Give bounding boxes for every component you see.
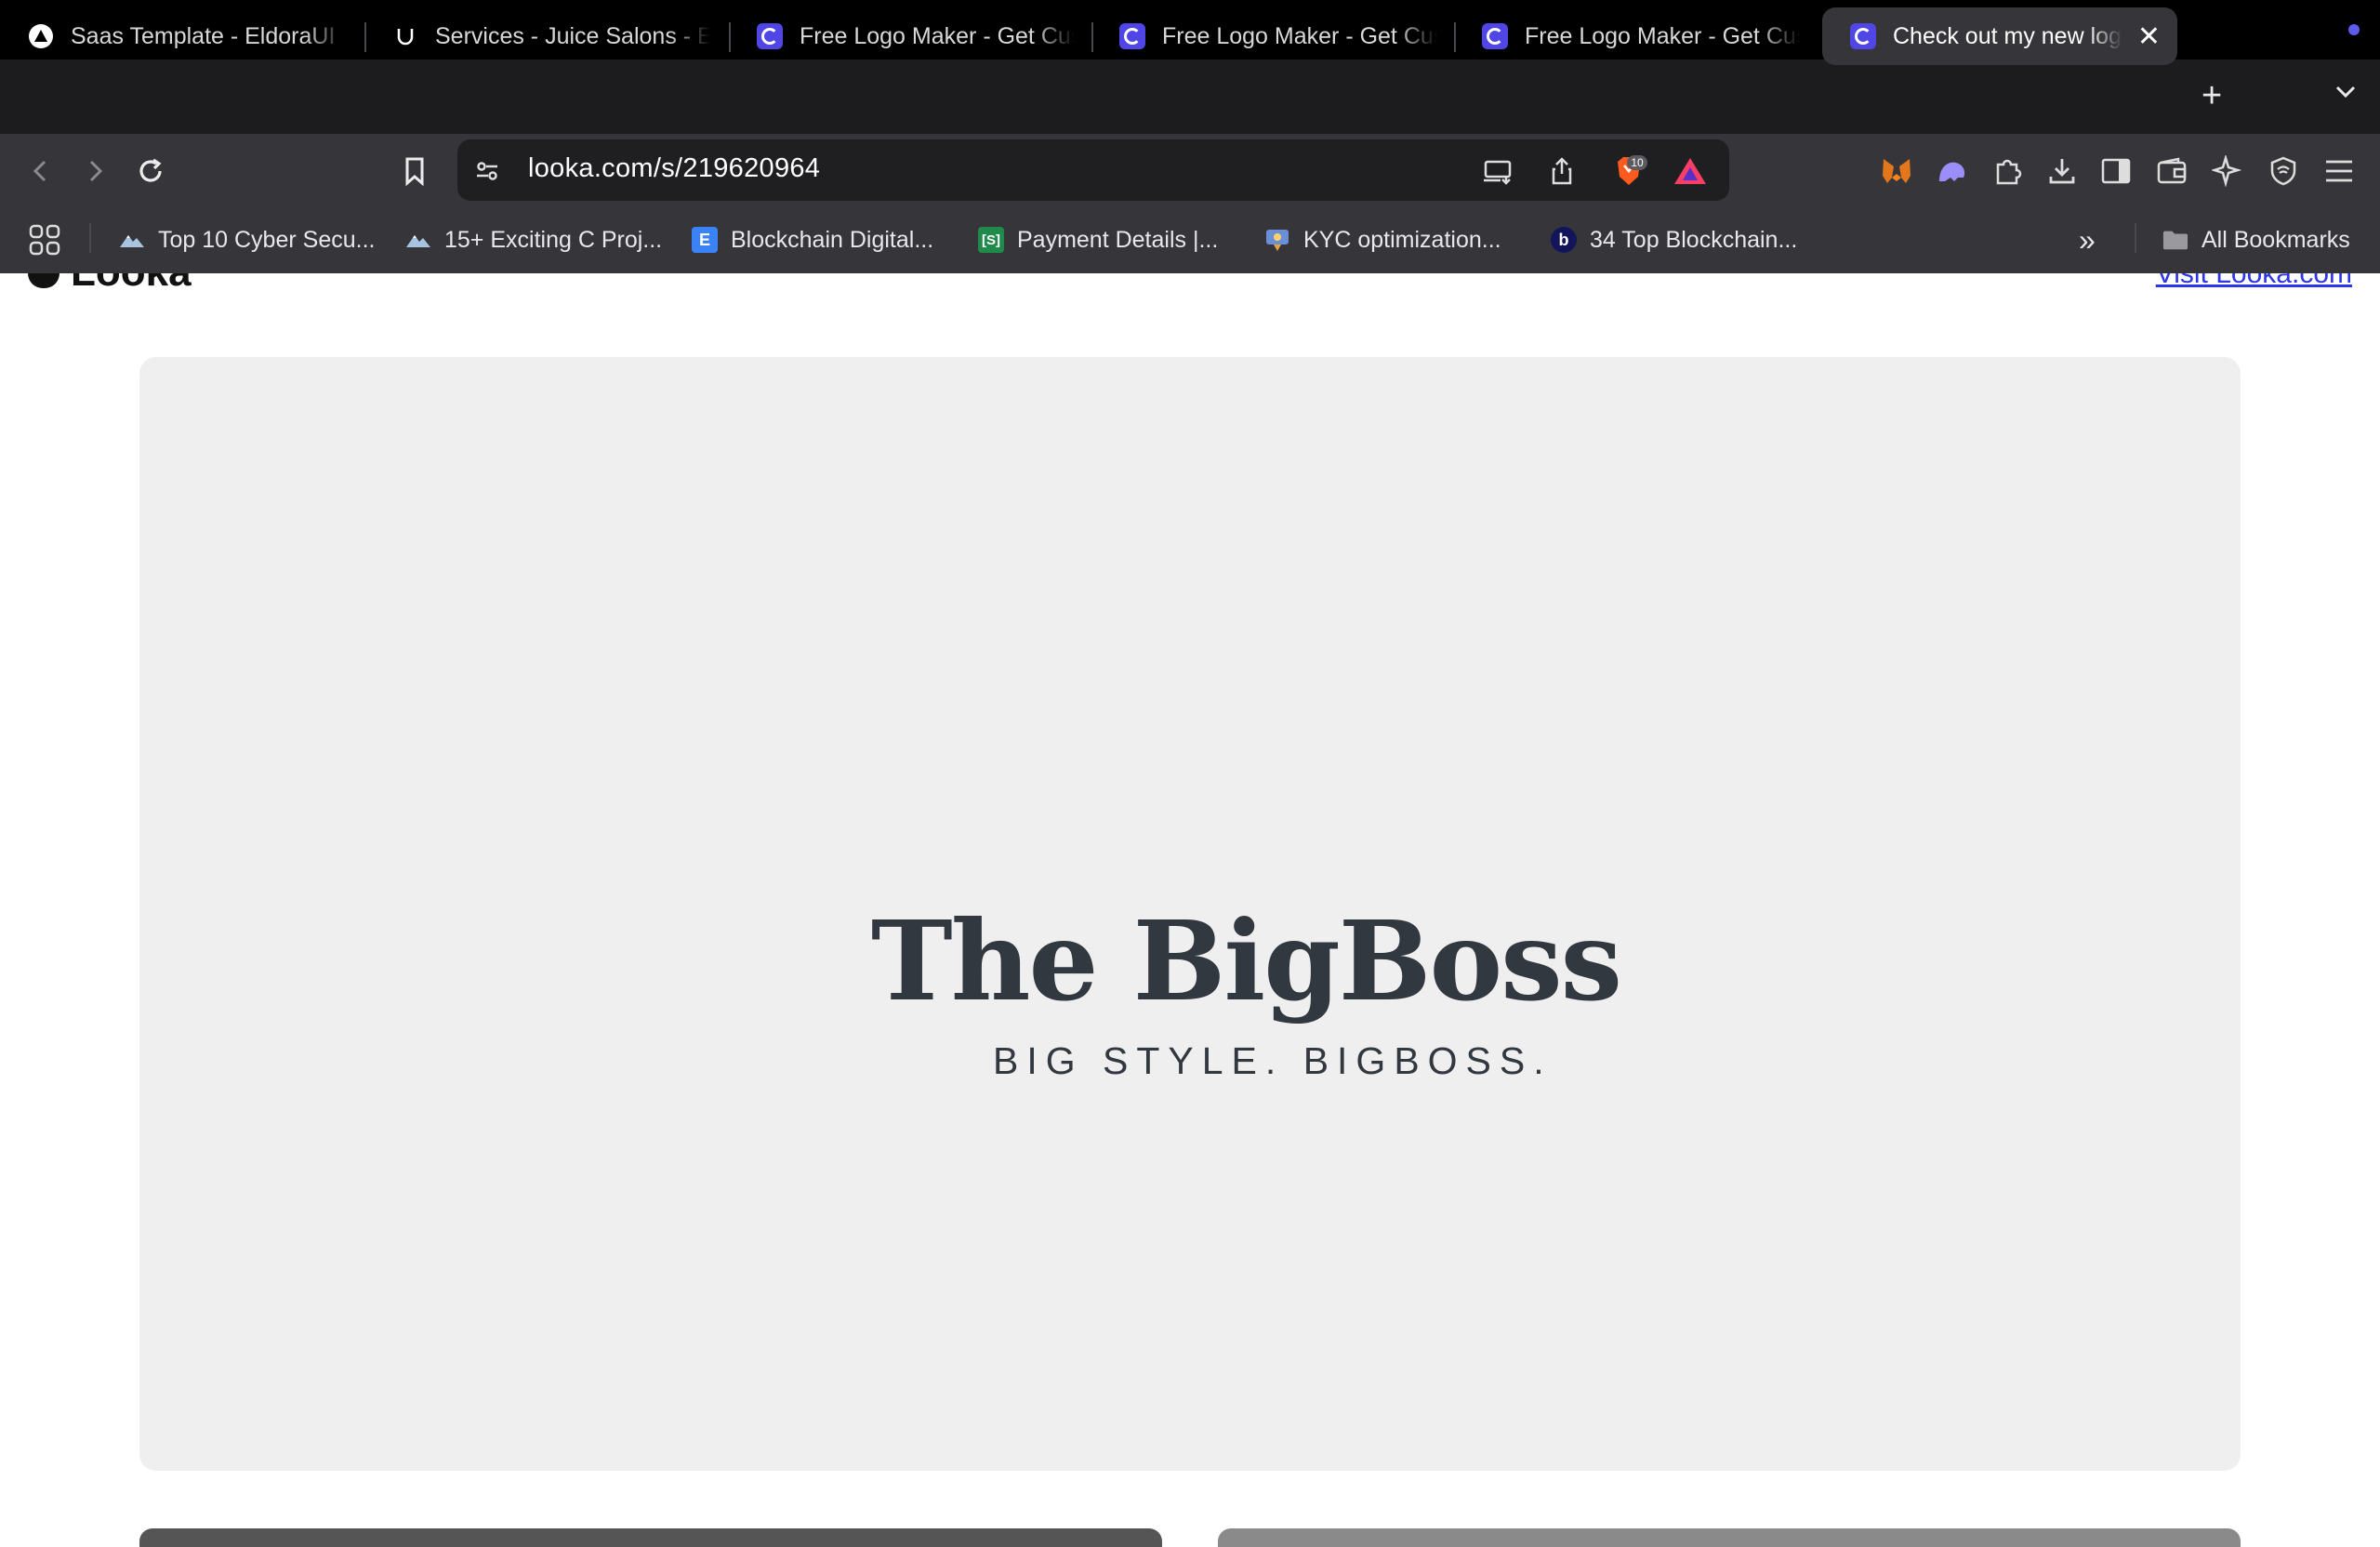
bookmark-label: Top 10 Cyber Secu... <box>158 226 376 253</box>
bookmark-label: 34 Top Blockchain... <box>1590 226 1798 253</box>
brave-shields-icon[interactable]: 10 <box>1608 151 1649 192</box>
tab-title: Saas Template - EldoraUI <box>71 22 336 49</box>
b-icon: b <box>1551 227 1577 253</box>
bookmark-34-top-blockchain[interactable]: b 34 Top Blockchain... <box>1551 221 1797 258</box>
page-content: Looka Visit Looka.com The BigBoss BIG ST… <box>0 273 2380 1547</box>
juice-u-icon <box>392 23 418 49</box>
extensions-puzzle-icon[interactable] <box>1988 151 2029 192</box>
all-bookmarks-label: All Bookmarks <box>2202 226 2350 253</box>
mountain-icon <box>405 227 431 253</box>
download-icon[interactable] <box>2042 151 2082 192</box>
looka-icon <box>757 23 783 49</box>
tab-free-logo-maker-2[interactable]: Free Logo Maker - Get Custom Logo <box>1091 7 1454 65</box>
tab-title: Check out my new logo <box>1893 22 2122 49</box>
kyc-icon <box>1264 227 1290 253</box>
status-dot <box>2348 24 2360 35</box>
cast-icon[interactable] <box>1478 151 1519 192</box>
vpn-shield-icon[interactable] <box>2263 151 2304 192</box>
looka-mark-icon <box>28 273 60 288</box>
tab-strip <box>0 60 2380 134</box>
bookmarks-overflow-chevron-icon[interactable]: » <box>2079 221 2096 258</box>
wallet-icon[interactable] <box>2151 151 2192 192</box>
url-text[interactable]: looka.com/s/219620964 <box>528 153 820 184</box>
looka-icon <box>1482 23 1508 49</box>
brave-rewards-icon[interactable] <box>1670 151 1711 192</box>
looka-logo-text: Looka <box>71 273 192 296</box>
reload-icon[interactable] <box>130 151 171 192</box>
bookmark-label: Payment Details |... <box>1017 226 1219 253</box>
site-settings-icon[interactable] <box>467 151 508 192</box>
eldora-triangle-icon <box>28 23 54 49</box>
bookmark-payment-details[interactable]: [S] Payment Details |... <box>978 221 1218 258</box>
bookmark-top-10-cyber[interactable]: Top 10 Cyber Secu... <box>119 221 375 258</box>
ghost-extension-icon[interactable] <box>1932 151 1973 192</box>
back-arrow-icon[interactable] <box>20 151 61 192</box>
tab-check-out-logo[interactable]: Check out my new logo ✕ <box>1822 7 2177 65</box>
bookmark-label: KYC optimization... <box>1303 226 1501 253</box>
chevron-down-icon[interactable] <box>2334 80 2358 104</box>
logo-brand-name: The BigBoss <box>870 896 1622 1025</box>
visit-looka-link[interactable]: Visit Looka.com <box>2156 273 2352 290</box>
looka-icon <box>1119 23 1145 49</box>
menu-hamburger-icon[interactable] <box>2319 151 2360 192</box>
tab-saas-template[interactable]: Saas Template - EldoraUI <box>0 7 363 65</box>
share-icon[interactable] <box>1541 151 1582 192</box>
bookmark-divider <box>2135 223 2136 253</box>
mockup-preview-right[interactable] <box>1218 1528 2241 1547</box>
bookmark-icon[interactable] <box>394 151 435 192</box>
e-icon: E <box>692 227 718 253</box>
folder-icon <box>2162 227 2188 253</box>
tab-title: Free Logo Maker - Get Custom Logo <box>1162 22 1437 49</box>
sidebar-toggle-icon[interactable] <box>2096 151 2136 192</box>
mountain-icon <box>119 227 145 253</box>
close-tab-icon[interactable]: ✕ <box>2137 20 2161 53</box>
forward-arrow-icon[interactable] <box>74 151 115 192</box>
logo-preview-card: The BigBoss BIG STYLE. BIGBOSS. <box>139 357 2241 1471</box>
bookmark-kyc-optimization[interactable]: KYC optimization... <box>1264 221 1501 258</box>
metamask-icon[interactable] <box>1876 151 1917 192</box>
shield-badge-count: 10 <box>1631 156 1644 169</box>
new-tab-button[interactable]: + <box>2202 73 2222 119</box>
s-icon: [S] <box>978 227 1004 253</box>
tab-title: Free Logo Maker - Get Custom Logo <box>800 22 1075 49</box>
tab-title: Services - Juice Salons - Elite Hair <box>435 22 710 49</box>
bookmark-divider <box>89 223 91 253</box>
tab-title: Free Logo Maker - Get Custom Logo <box>1525 22 1800 49</box>
tab-services-juice[interactable]: Services - Juice Salons - Elite Hair <box>364 7 727 65</box>
logo-tagline: BIG STYLE. BIGBOSS. <box>993 1039 1553 1082</box>
bookmark-label: 15+ Exciting C Proj... <box>444 226 663 253</box>
tab-free-logo-maker-3[interactable]: Free Logo Maker - Get Custom Logo <box>1454 7 1817 65</box>
bookmark-label: Blockchain Digital... <box>731 226 934 253</box>
tab-free-logo-maker-1[interactable]: Free Logo Maker - Get Custom Logo <box>729 7 1091 65</box>
apps-grid-icon[interactable] <box>28 221 61 258</box>
mockup-preview-left[interactable] <box>139 1528 1162 1547</box>
looka-site-logo[interactable]: Looka <box>28 273 192 296</box>
bookmark-15-exciting-c[interactable]: 15+ Exciting C Proj... <box>405 221 662 258</box>
all-bookmarks-button[interactable]: All Bookmarks <box>2162 221 2350 258</box>
bookmark-blockchain-digital[interactable]: E Blockchain Digital... <box>692 221 933 258</box>
looka-icon <box>1850 23 1876 49</box>
leo-ai-icon[interactable] <box>2207 151 2248 192</box>
